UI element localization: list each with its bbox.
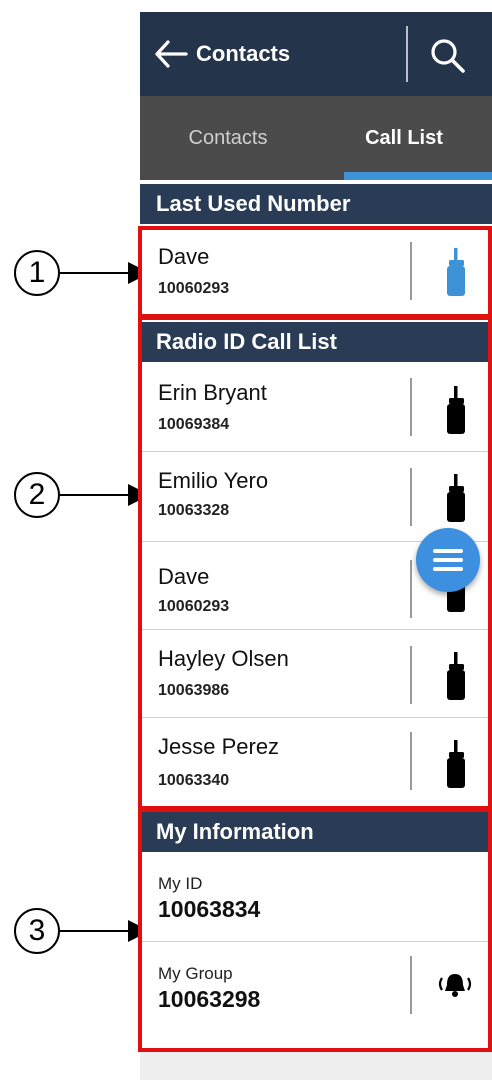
section-header-last-used: Last Used Number: [140, 184, 492, 224]
highlight-box-last-used: [138, 226, 492, 318]
appbar-divider: [406, 26, 408, 82]
search-icon: [431, 39, 465, 73]
callout-2: 2: [14, 472, 60, 518]
highlight-box-radio-list: [138, 316, 492, 810]
tab-indicator: [344, 172, 492, 180]
highlight-box-my-information: [138, 808, 492, 1052]
search-button[interactable]: [426, 34, 470, 78]
callout-arrow-2: [60, 494, 138, 496]
callout-label: 1: [28, 256, 46, 289]
page-title: Contacts: [196, 41, 291, 66]
back-button[interactable]: Contacts: [154, 34, 334, 74]
tab-call-list[interactable]: Call List: [316, 96, 492, 180]
callout-1: 1: [14, 250, 60, 296]
callout-arrow-3: [60, 930, 138, 932]
bottom-area: [140, 1052, 492, 1080]
arrow-left-icon: [155, 40, 188, 68]
callout-arrow-1: [60, 272, 138, 274]
callout-label: 3: [28, 914, 46, 947]
tab-contacts[interactable]: Contacts: [140, 96, 316, 180]
callout-label: 2: [28, 478, 46, 511]
app-bar: Contacts: [140, 12, 492, 96]
tab-bar: Contacts Call List: [140, 96, 492, 180]
callout-3: 3: [14, 908, 60, 954]
